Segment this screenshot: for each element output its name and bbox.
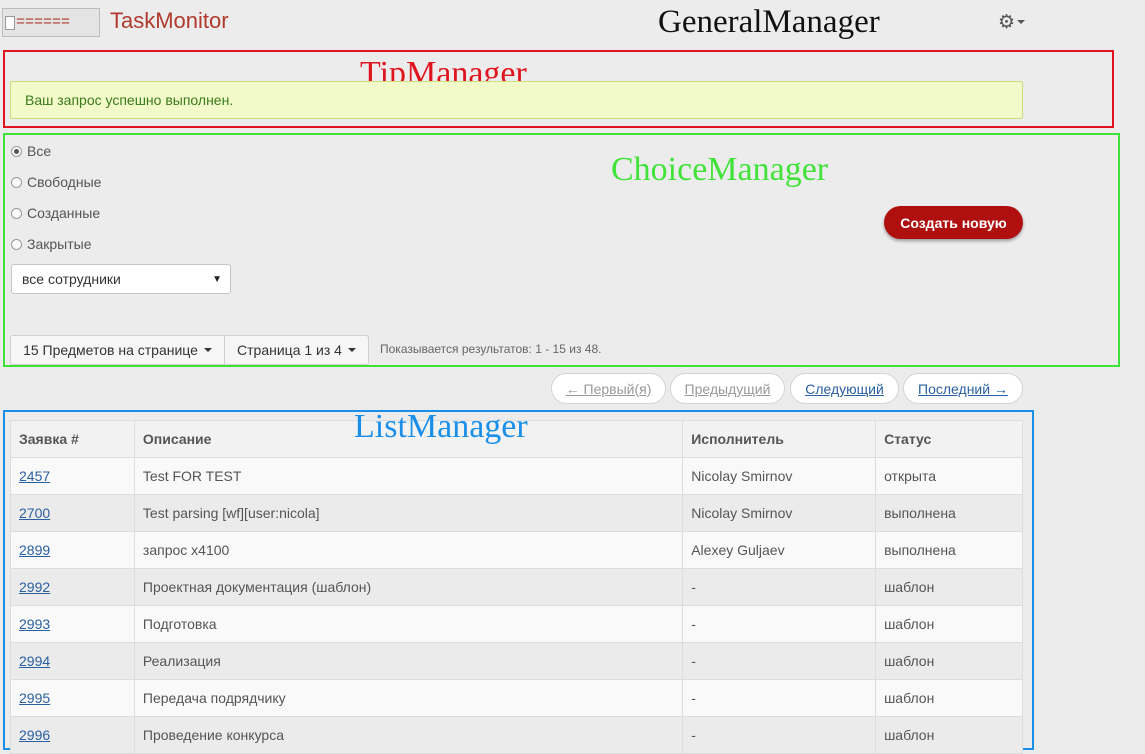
table-row: 2994 Реализация - шаблон	[10, 642, 1023, 680]
cell-status: выполнена	[875, 531, 1023, 569]
filter-radio-free[interactable]: Свободные	[11, 172, 101, 192]
table-row: 2996 Проведение конкурса - шаблон	[10, 716, 1023, 754]
filter-label: Все	[27, 143, 52, 159]
cell-status: шаблон	[875, 716, 1023, 754]
items-per-page-button[interactable]: 15 Предметов на странице	[10, 335, 225, 365]
cell-id: 2700	[10, 494, 135, 532]
alert-text: Ваш запрос успешно выполнен.	[25, 92, 234, 108]
filter-label: Созданные	[27, 205, 101, 221]
cell-assignee: Nicolay Smirnov	[682, 457, 877, 495]
cell-status: шаблон	[875, 568, 1023, 606]
task-link[interactable]: 2992	[19, 579, 50, 595]
cell-description: Передача подрядчику	[133, 679, 684, 717]
pager-first-button[interactable]: ← Первый(я)	[551, 373, 666, 404]
task-link[interactable]: 2995	[19, 690, 50, 706]
cell-status: открыта	[875, 457, 1023, 495]
filter-label: Закрытые	[27, 236, 92, 252]
cell-status: шаблон	[875, 679, 1023, 717]
pager-last-button[interactable]: Последний →	[903, 373, 1023, 404]
filter-radio-closed[interactable]: Закрытые	[11, 234, 91, 254]
filter-radio-created[interactable]: Созданные	[11, 203, 100, 223]
cell-assignee: Alexey Guljaev	[682, 531, 877, 569]
brand-title[interactable]: TaskMonitor	[110, 8, 229, 34]
cell-description: Test FOR TEST	[133, 457, 684, 495]
logo-alt-text: ======	[16, 14, 71, 31]
table-row: 2995 Передача подрядчику - шаблон	[10, 679, 1023, 717]
cell-status: шаблон	[875, 642, 1023, 680]
chevron-down-icon	[347, 348, 356, 352]
task-link[interactable]: 2899	[19, 542, 50, 558]
table-row: 2993 Подготовка - шаблон	[10, 605, 1023, 643]
column-header-assignee[interactable]: Исполнитель	[682, 420, 877, 458]
items-per-page-label: 15 Предметов на странице	[23, 342, 198, 358]
choice-manager-annotation: ChoiceManager	[611, 151, 829, 188]
radio-button[interactable]	[11, 207, 22, 219]
task-link[interactable]: 2996	[19, 727, 50, 743]
table-row: 2700 Test parsing [wf][user:nicola] Nico…	[10, 494, 1023, 532]
cell-assignee: Nicolay Smirnov	[682, 494, 877, 532]
success-alert: Ваш запрос успешно выполнен.	[10, 81, 1023, 119]
table-row: 2899 запрос х4100 Alexey Guljaev выполне…	[10, 531, 1023, 569]
cell-id: 2994	[10, 642, 135, 680]
chevron-down-icon	[1017, 20, 1026, 24]
cell-assignee: -	[682, 716, 877, 754]
chevron-down-icon	[203, 348, 212, 352]
general-manager-annotation: GeneralManager	[658, 4, 880, 40]
settings-menu[interactable]: ⚙	[998, 11, 1032, 33]
pager-prev-button[interactable]: Предыдущий	[670, 373, 785, 404]
task-link[interactable]: 2700	[19, 505, 50, 521]
task-link[interactable]: 2994	[19, 653, 50, 669]
results-summary: Показывается результатов: 1 - 15 из 48.	[380, 342, 602, 356]
dropdown-arrow-icon: ▼	[212, 273, 222, 285]
tasks-table: Заявка # Описание Исполнитель Статус 245…	[10, 420, 1023, 754]
page-select-label: Страница 1 из 4	[237, 342, 342, 358]
cell-status: шаблон	[875, 605, 1023, 643]
cell-assignee: -	[682, 605, 877, 643]
table-row: 2992 Проектная документация (шаблон) - ш…	[10, 568, 1023, 606]
cell-description: Test parsing [wf][user:nicola]	[133, 494, 684, 532]
logo-image[interactable]: ======	[2, 8, 100, 37]
cell-description: запрос х4100	[133, 531, 684, 569]
page-select-button[interactable]: Страница 1 из 4	[225, 335, 369, 365]
gear-icon: ⚙	[998, 11, 1016, 33]
column-header-status[interactable]: Статус	[875, 420, 1023, 458]
create-new-button[interactable]: Создать новую	[884, 206, 1023, 239]
filter-label: Свободные	[27, 174, 102, 190]
filter-radio-all[interactable]: Все	[11, 141, 51, 161]
radio-button[interactable]	[11, 176, 22, 188]
cell-id: 2992	[10, 568, 135, 606]
employee-select[interactable]: все сотрудники ▼	[11, 264, 231, 294]
radio-button[interactable]	[11, 145, 22, 157]
cell-description: Подготовка	[133, 605, 684, 643]
cell-id: 2996	[10, 716, 135, 754]
cell-id: 2457	[10, 457, 135, 495]
task-link[interactable]: 2457	[19, 468, 50, 484]
broken-image-icon	[5, 15, 15, 30]
pager-next-button[interactable]: Следующий	[790, 373, 899, 404]
cell-assignee: -	[682, 568, 877, 606]
cell-id: 2993	[10, 605, 135, 643]
column-header-id[interactable]: Заявка #	[10, 420, 135, 458]
cell-id: 2995	[10, 679, 135, 717]
cell-status: выполнена	[875, 494, 1023, 532]
cell-description: Проектная документация (шаблон)	[133, 568, 684, 606]
task-link[interactable]: 2993	[19, 616, 50, 632]
cell-description: Проведение конкурса	[133, 716, 684, 754]
cell-description: Реализация	[133, 642, 684, 680]
table-row: 2457 Test FOR TEST Nicolay Smirnov откры…	[10, 457, 1023, 495]
employee-select-value: все сотрудники	[22, 271, 121, 287]
cell-assignee: -	[682, 642, 877, 680]
cell-id: 2899	[10, 531, 135, 569]
cell-assignee: -	[682, 679, 877, 717]
list-manager-annotation: ListManager	[354, 408, 528, 445]
radio-button[interactable]	[11, 238, 22, 250]
choice-manager-region	[3, 133, 1120, 367]
